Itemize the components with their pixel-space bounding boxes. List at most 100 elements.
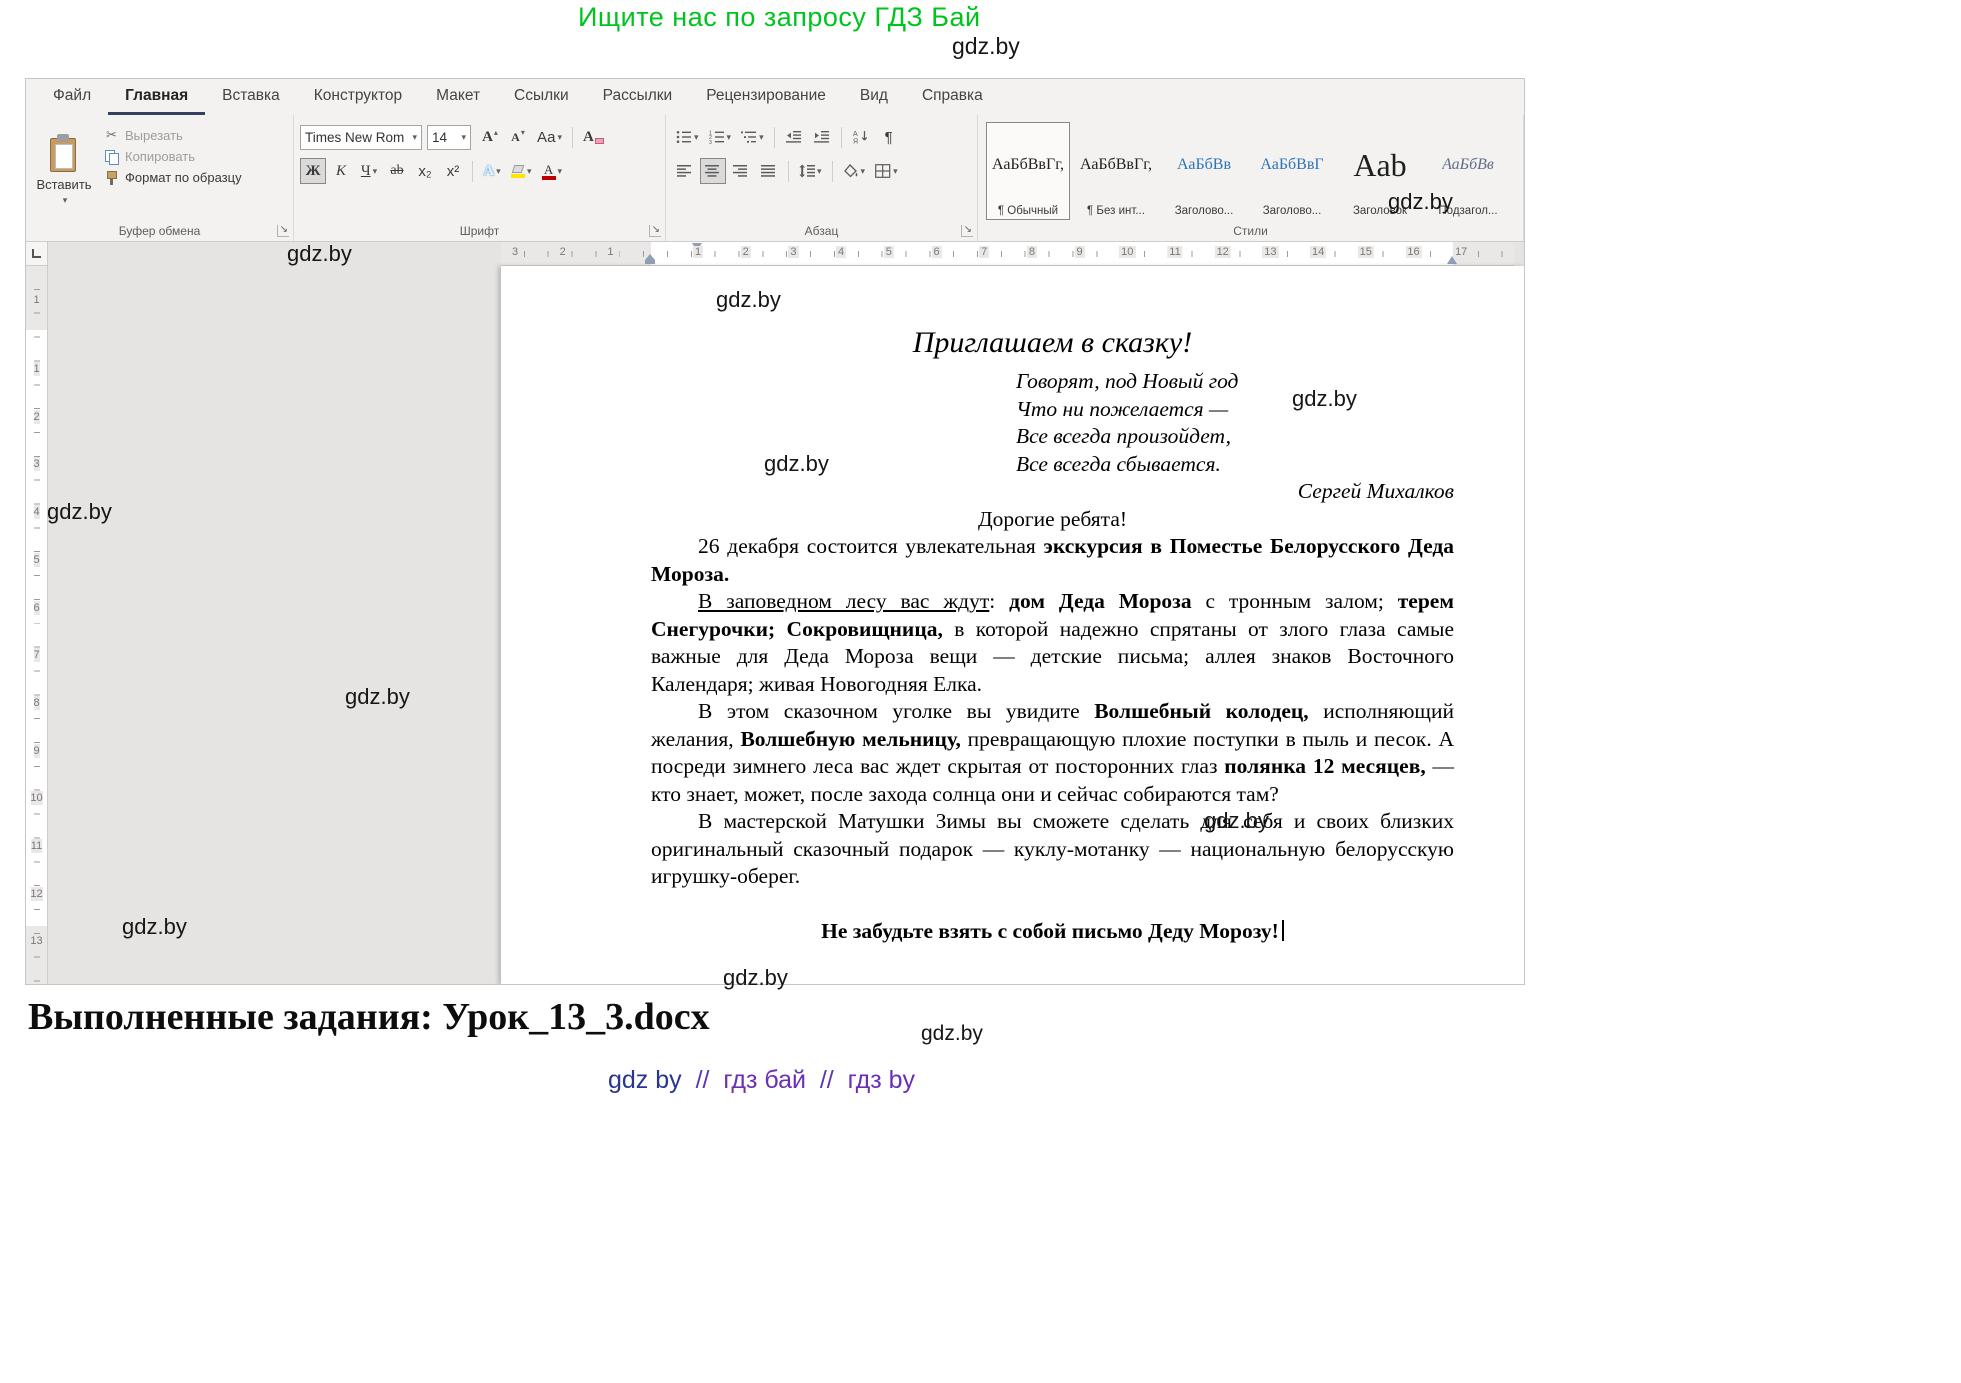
style-label: Подзагол... <box>1438 205 1497 217</box>
strikethrough-button[interactable]: ab <box>384 158 410 184</box>
change-case-button[interactable]: Аа▾ <box>533 124 566 150</box>
chevron-down-icon: ▾ <box>861 166 866 177</box>
paste-button[interactable]: Вставить ▾ <box>32 119 96 221</box>
chevron-down-icon: ▾ <box>558 166 563 177</box>
ribbon-group-clipboard: Вставить ▾ ✂ Вырезать Копировать <box>26 115 294 241</box>
tab-selector[interactable] <box>26 242 48 266</box>
format-painter-button[interactable]: Формат по образцу <box>104 170 242 185</box>
shrink-font-button[interactable]: А▾ <box>505 124 531 150</box>
tab-справка[interactable]: Справка <box>905 79 1000 115</box>
group-label-paragraph: Абзац <box>805 224 839 238</box>
poem-line: Все всегда произойдет, <box>1016 423 1454 451</box>
ruler-number: 10 <box>1119 246 1135 258</box>
font-family-select[interactable]: Times New Rom▾ <box>300 125 422 150</box>
tab-главная[interactable]: Главная <box>108 79 205 115</box>
h-ruler[interactable]: 3211234567891011121314151617 <box>501 242 1514 266</box>
group-label-font: Шрифт <box>460 224 499 238</box>
svg-text:Я: Я <box>853 139 858 145</box>
shading-icon <box>843 164 859 178</box>
increase-indent-button[interactable] <box>809 124 835 150</box>
watermark: gdz.by <box>952 33 1020 60</box>
grow-font-button[interactable]: А▴ <box>477 124 503 150</box>
subscript-button[interactable]: x₂ <box>412 158 438 184</box>
sort-icon: АЯ <box>853 130 869 144</box>
result-filename-title: Выполненные задания: Урок_13_3.docx <box>28 995 710 1039</box>
chevron-down-icon: ▾ <box>694 132 699 143</box>
multilevel-list-button[interactable]: ▾ <box>737 124 768 150</box>
font-color-button[interactable]: А ▾ <box>538 158 567 184</box>
style-label: Заголово... <box>1175 205 1234 217</box>
bullets-button[interactable]: ▾ <box>672 124 703 150</box>
shading-button[interactable]: ▾ <box>839 158 870 184</box>
style-card[interactable]: АаБбВвГЗаголово... <box>1250 122 1334 220</box>
tab-вид[interactable]: Вид <box>843 79 905 115</box>
copy-button[interactable]: Копировать <box>104 149 242 164</box>
style-preview: АаБбВв <box>1442 125 1494 205</box>
doc-title: Приглашаем в сказку! <box>651 324 1454 362</box>
tab-stop-icon <box>32 249 41 258</box>
footer-link[interactable]: gdz by <box>608 1066 682 1094</box>
borders-button[interactable]: ▾ <box>871 158 902 184</box>
footer-links: gdz by // гдз бай // гдз by <box>608 1066 915 1095</box>
tab-рассылки[interactable]: Рассылки <box>586 79 690 115</box>
ruler-number: 7 <box>979 246 989 258</box>
footer-link[interactable]: гдз by <box>848 1066 915 1094</box>
tab-файл[interactable]: Файл <box>36 79 108 115</box>
style-preview: АаБбВвГ <box>1260 125 1323 205</box>
document-page[interactable]: Приглашаем в сказку! Говорят, под Новый … <box>501 266 1524 984</box>
dialog-launcher-icon[interactable]: ↘ <box>277 225 289 237</box>
style-card[interactable]: АаБбВвЗаголово... <box>1162 122 1246 220</box>
footer-link[interactable]: // <box>806 1066 848 1094</box>
bold-button[interactable]: Ж <box>300 158 326 184</box>
salutation: Дорогие ребята! <box>651 506 1454 534</box>
align-right-button[interactable] <box>728 158 754 184</box>
align-left-button[interactable] <box>672 158 698 184</box>
show-formatting-marks-button[interactable]: ¶ <box>876 124 902 150</box>
underline-button[interactable]: Ч▾ <box>356 158 382 184</box>
style-card[interactable]: АаБбВвПодзагол... <box>1426 122 1510 220</box>
align-center-button[interactable] <box>700 158 726 184</box>
style-card[interactable]: АаБбВвГг,¶ Обычный <box>986 122 1070 220</box>
ruler-number: 14 <box>1310 246 1326 258</box>
style-preview: АаБбВвГг, <box>992 125 1064 205</box>
down-caret-icon: ▾ <box>521 128 525 137</box>
left-indent-marker[interactable] <box>645 254 655 264</box>
decrease-indent-button[interactable] <box>781 124 807 150</box>
style-card[interactable]: АаБбВвГг,¶ Без инт... <box>1074 122 1158 220</box>
styles-gallery: АаБбВвГг,¶ ОбычныйАаБбВвГг,¶ Без инт...А… <box>984 119 1517 221</box>
poem: Говорят, под Новый годЧто ни пожелается … <box>1016 368 1454 478</box>
clear-formatting-button[interactable]: А <box>579 124 608 150</box>
ruler-number: 9 <box>1075 246 1085 258</box>
tab-рецензирование[interactable]: Рецензирование <box>689 79 843 115</box>
tab-макет[interactable]: Макет <box>419 79 497 115</box>
tab-конструктор[interactable]: Конструктор <box>297 79 419 115</box>
v-ruler[interactable]: 112345678910111213 <box>26 266 48 984</box>
sort-button[interactable]: АЯ <box>848 124 874 150</box>
up-caret-icon: ▴ <box>494 128 498 137</box>
poem-line: Говорят, под Новый год <box>1016 368 1454 396</box>
ruler-number: 1 <box>605 246 615 258</box>
font-size-select[interactable]: 14▾ <box>427 125 471 150</box>
numbering-icon: 123 <box>709 130 725 144</box>
superscript-button[interactable]: x² <box>440 158 466 184</box>
watermark: gdz.by <box>921 1022 983 1046</box>
tab-вставка[interactable]: Вставка <box>205 79 297 115</box>
line-spacing-icon <box>799 164 815 178</box>
footer-link[interactable]: // <box>682 1066 724 1094</box>
dialog-launcher-icon[interactable]: ↘ <box>649 225 661 237</box>
eraser-icon <box>595 138 604 144</box>
bullets-icon <box>676 130 692 144</box>
text-effects-button[interactable]: А▾ <box>479 158 505 184</box>
numbering-button[interactable]: 123 ▾ <box>705 124 736 150</box>
line-spacing-button[interactable]: ▾ <box>795 158 826 184</box>
align-right-icon <box>733 164 749 178</box>
tab-ссылки[interactable]: Ссылки <box>497 79 586 115</box>
highlight-color-button[interactable]: ▾ <box>507 158 536 184</box>
footer-link[interactable]: гдз бай <box>723 1066 806 1094</box>
italic-button[interactable]: К <box>328 158 354 184</box>
cut-button[interactable]: ✂ Вырезать <box>104 127 242 143</box>
separator <box>841 127 842 148</box>
justify-button[interactable] <box>756 158 782 184</box>
style-card[interactable]: AabЗаголовок <box>1338 122 1422 220</box>
dialog-launcher-icon[interactable]: ↘ <box>961 225 973 237</box>
